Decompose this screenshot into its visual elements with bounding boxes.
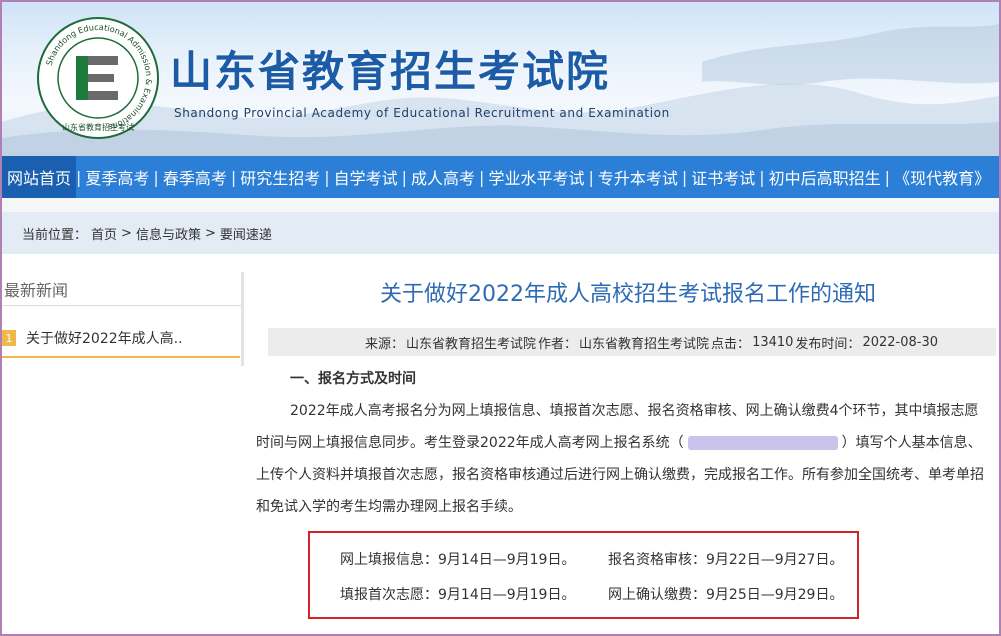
schedule-label: 网上确认缴费： bbox=[608, 587, 706, 603]
section-heading: 一、报名方式及时间 bbox=[290, 371, 416, 387]
logo-bottom-text: 山东省教育招生考试 bbox=[62, 122, 134, 132]
nav-separator: | bbox=[681, 167, 688, 187]
meta-date: 2022-08-30 bbox=[862, 334, 938, 350]
sidebar: 最新新闻 1 关于做好2022年成人高.. bbox=[2, 272, 244, 366]
news-item-label: 关于做好2022年成人高.. bbox=[26, 331, 183, 347]
meta-clicks: 13410 bbox=[752, 334, 794, 350]
breadcrumb-prefix: 当前位置： bbox=[22, 227, 88, 243]
academy-logo: Shandong Educational Admission & Examina… bbox=[37, 17, 159, 139]
schedule-first-choice: 填报首次志愿：9月14日—9月19日。 bbox=[340, 584, 575, 604]
nav-item-vocational[interactable]: 初中后高职招生 bbox=[765, 156, 885, 198]
nav-item-upgrade-exam[interactable]: 专升本考试 bbox=[594, 156, 682, 198]
nav-separator: | bbox=[76, 167, 82, 187]
news-index-badge: 1 bbox=[2, 330, 16, 346]
nav-spacer bbox=[2, 198, 999, 212]
main-nav: 网站首页 | 夏季高考 | 春季高考 | 研究生招考 | 自学考试 | 成人高考… bbox=[2, 156, 999, 198]
meta-source: 山东省教育招生考试院 bbox=[406, 336, 537, 352]
nav-separator: | bbox=[401, 167, 408, 187]
nav-separator: | bbox=[884, 167, 891, 187]
schedule-label: 报名资格审核： bbox=[608, 552, 706, 568]
nav-item-academic-level[interactable]: 学业水平考试 bbox=[484, 156, 588, 198]
nav-item-home[interactable]: 网站首页 bbox=[2, 156, 77, 198]
article-paragraph: 2022年成人高考报名分为网上填报信息、填报首次志愿、报名资格审核、网上确认缴费… bbox=[256, 395, 991, 523]
schedule-payment: 网上确认缴费：9月25日—9月29日。 bbox=[608, 584, 843, 604]
nav-item-summer-exam[interactable]: 夏季高考 bbox=[81, 156, 153, 198]
breadcrumb-separator: > bbox=[204, 225, 216, 241]
meta-author: 山东省教育招生考试院 bbox=[579, 336, 710, 352]
site-subtitle: Shandong Provincial Academy of Education… bbox=[174, 106, 670, 120]
meta-date-label: 发布时间： bbox=[795, 336, 861, 352]
sidebar-news-item[interactable]: 1 关于做好2022年成人高.. bbox=[2, 320, 240, 358]
nav-item-postgraduate[interactable]: 研究生招考 bbox=[236, 156, 324, 198]
meta-clicks-label: 点击： bbox=[711, 336, 751, 352]
schedule-value: 9月14日—9月19日。 bbox=[438, 552, 576, 568]
nav-item-adult-exam[interactable]: 成人高考 bbox=[407, 156, 479, 198]
breadcrumb-news[interactable]: 要闻速递 bbox=[220, 224, 272, 243]
nav-separator: | bbox=[324, 167, 330, 187]
nav-separator: | bbox=[759, 167, 765, 187]
nav-item-modern-education[interactable]: 《现代教育》 bbox=[890, 156, 994, 198]
breadcrumb: 当前位置： 首页 > 信息与政策 > 要闻速递 bbox=[2, 212, 999, 254]
nav-separator: | bbox=[588, 167, 594, 187]
nav-item-self-study[interactable]: 自学考试 bbox=[330, 156, 402, 198]
redacted-url bbox=[687, 436, 838, 450]
site-banner: Shandong Educational Admission & Examina… bbox=[2, 2, 999, 156]
nav-item-spring-exam[interactable]: 春季高考 bbox=[159, 156, 231, 198]
schedule-qualification-review: 报名资格审核：9月22日—9月27日。 bbox=[608, 549, 843, 569]
meta-source-label: 来源： bbox=[364, 336, 404, 352]
article-title: 关于做好2022年成人高校招生考试报名工作的通知 bbox=[380, 282, 876, 307]
schedule-label: 网上填报信息： bbox=[340, 552, 438, 568]
article-meta: 来源： 山东省教育招生考试院 作者： 山东省教育招生考试院 点击： 13410 … bbox=[268, 328, 996, 356]
site-title: 山东省教育招生考试院 bbox=[170, 47, 611, 96]
schedule-value: 9月22日—9月27日。 bbox=[706, 552, 844, 568]
meta-author-label: 作者： bbox=[538, 336, 578, 352]
breadcrumb-home[interactable]: 首页 bbox=[91, 224, 117, 243]
schedule-value: 9月25日—9月29日。 bbox=[706, 587, 844, 603]
schedule-box: 网上填报信息：9月14日—9月19日。 报名资格审核：9月22日—9月27日。 … bbox=[308, 531, 859, 619]
breadcrumb-info-policy[interactable]: 信息与政策 bbox=[136, 224, 201, 243]
nav-item-certificate[interactable]: 证书考试 bbox=[687, 156, 759, 198]
schedule-label: 填报首次志愿： bbox=[340, 587, 438, 603]
schedule-online-info: 网上填报信息：9月14日—9月19日。 bbox=[340, 549, 575, 569]
nav-separator: | bbox=[479, 167, 485, 187]
breadcrumb-separator: > bbox=[121, 225, 132, 241]
sidebar-heading: 最新新闻 bbox=[2, 272, 241, 306]
schedule-value: 9月14日—9月19日。 bbox=[438, 587, 576, 603]
nav-separator: | bbox=[153, 167, 159, 187]
nav-separator: | bbox=[230, 167, 237, 187]
